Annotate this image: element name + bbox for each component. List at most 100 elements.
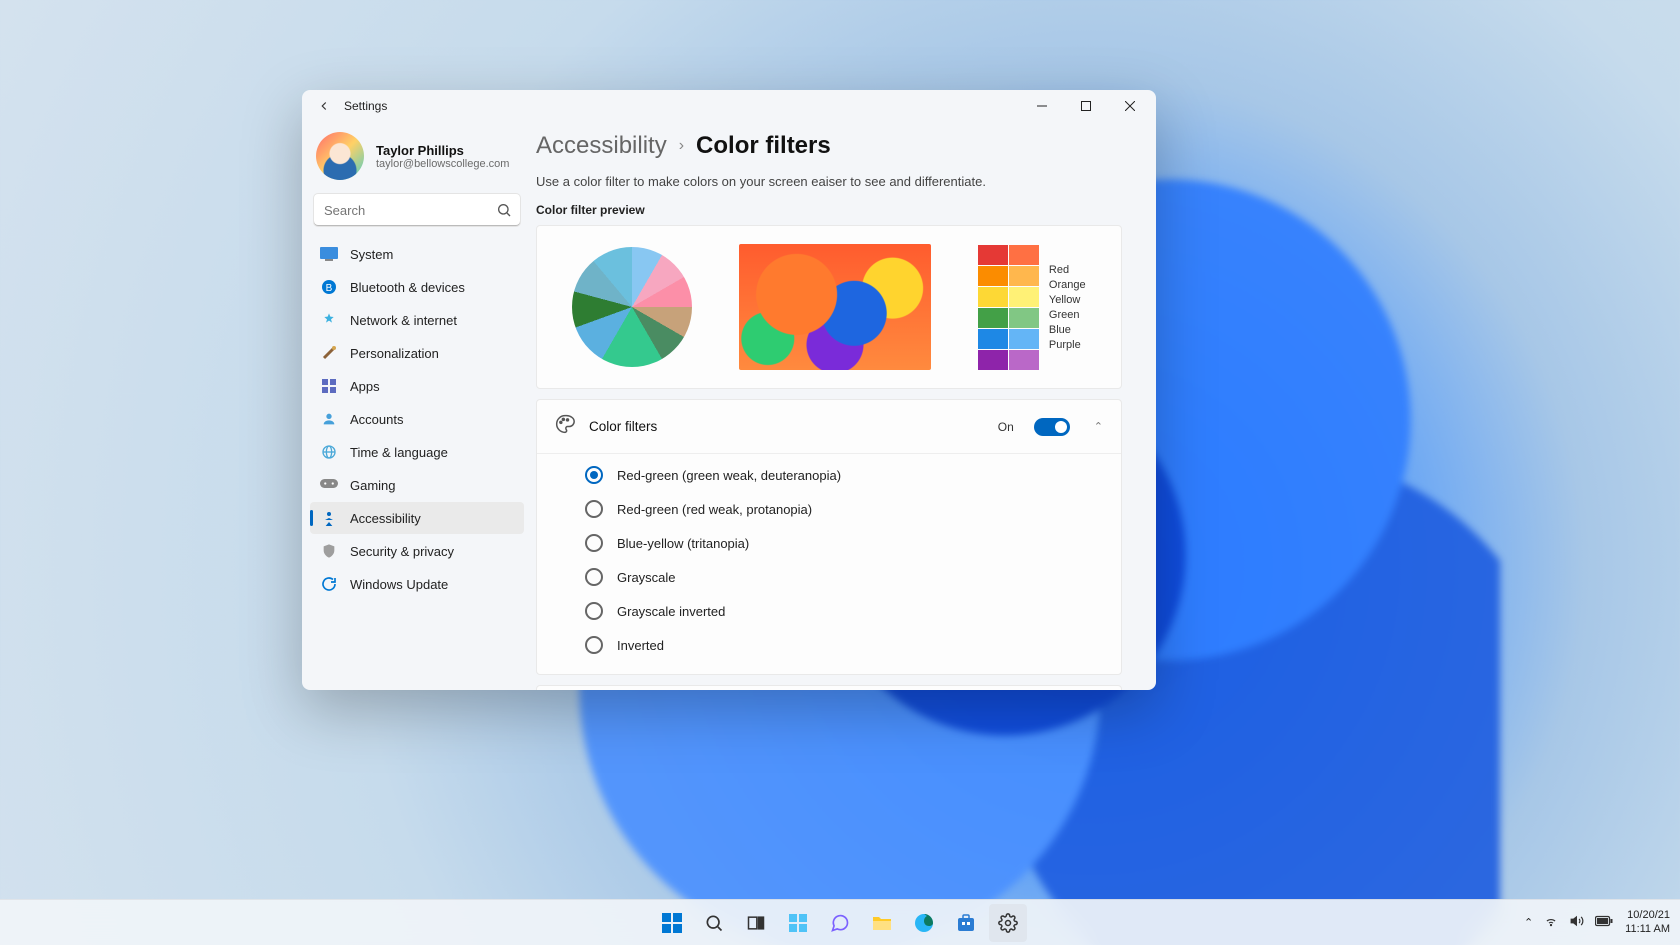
color-filters-row[interactable]: Color filters On ⌃ bbox=[537, 400, 1121, 453]
filter-option[interactable]: Red-green (green weak, deuteranopia) bbox=[537, 458, 1121, 492]
volume-icon[interactable] bbox=[1569, 914, 1585, 931]
photo-preview bbox=[739, 244, 931, 370]
close-button[interactable] bbox=[1108, 91, 1152, 121]
settings-taskbar-button[interactable] bbox=[989, 904, 1027, 942]
sidebar-item-personalization[interactable]: Personalization bbox=[310, 337, 524, 369]
color-swatch bbox=[978, 350, 1008, 370]
sidebar-item-accounts[interactable]: Accounts bbox=[310, 403, 524, 435]
settings-window: Settings Taylor Phillips taylor@bellowsc… bbox=[302, 90, 1156, 690]
taskbar-center bbox=[653, 904, 1027, 942]
sidebar-item-security-privacy[interactable]: Security & privacy bbox=[310, 535, 524, 567]
palette-label: Red bbox=[1049, 264, 1086, 276]
edge-button[interactable] bbox=[905, 904, 943, 942]
filter-option[interactable]: Inverted bbox=[537, 628, 1121, 662]
color-swatch bbox=[1009, 350, 1039, 370]
taskbar: ⌃ 10/20/21 11:11 AM bbox=[0, 899, 1680, 945]
widgets-button[interactable] bbox=[779, 904, 817, 942]
sidebar-item-label: Time & language bbox=[350, 445, 448, 460]
breadcrumb-parent[interactable]: Accessibility bbox=[536, 132, 667, 160]
search-box[interactable] bbox=[314, 194, 520, 226]
sidebar-item-bluetooth-devices[interactable]: BBluetooth & devices bbox=[310, 271, 524, 303]
preview-label: Color filter preview bbox=[536, 203, 1122, 217]
radio-icon bbox=[585, 602, 603, 620]
nav: SystemBBluetooth & devices Network & inte… bbox=[310, 238, 524, 600]
sidebar-item-accessibility[interactable]: Accessibility bbox=[310, 502, 524, 534]
color-swatch bbox=[1009, 308, 1039, 328]
filter-option[interactable]: Grayscale inverted bbox=[537, 594, 1121, 628]
nav-icon bbox=[320, 542, 338, 560]
sidebar-item-time-language[interactable]: Time & language bbox=[310, 436, 524, 468]
keyboard-shortcut-card: Keyboard shortcut for color filters Off bbox=[536, 685, 1122, 690]
wifi-icon[interactable] bbox=[1543, 914, 1559, 931]
clock[interactable]: 10/20/21 11:11 AM bbox=[1625, 909, 1670, 935]
filter-option[interactable]: Blue-yellow (tritanopia) bbox=[537, 526, 1121, 560]
nav-icon bbox=[320, 443, 338, 461]
nav-icon bbox=[320, 377, 338, 395]
palette-label: Green bbox=[1049, 309, 1086, 321]
search-button[interactable] bbox=[695, 904, 733, 942]
minimize-button[interactable] bbox=[1020, 91, 1064, 121]
start-button[interactable] bbox=[653, 904, 691, 942]
filter-option[interactable]: Red-green (red weak, protanopia) bbox=[537, 492, 1121, 526]
sidebar: Taylor Phillips taylor@bellowscollege.co… bbox=[302, 122, 532, 690]
main-pane[interactable]: Accessibility › Color filters Use a colo… bbox=[532, 122, 1156, 690]
palette-label: Blue bbox=[1049, 324, 1086, 336]
back-button[interactable] bbox=[314, 96, 334, 116]
file-explorer-button[interactable] bbox=[863, 904, 901, 942]
chat-button[interactable] bbox=[821, 904, 859, 942]
color-filters-state: On bbox=[998, 420, 1014, 434]
system-tray: ⌃ 10/20/21 11:11 AM bbox=[1524, 909, 1670, 935]
color-swatch bbox=[1009, 329, 1039, 349]
sidebar-item-label: Apps bbox=[350, 379, 380, 394]
nav-icon bbox=[320, 344, 338, 362]
sidebar-item-label: Accessibility bbox=[350, 511, 421, 526]
svg-text:B: B bbox=[326, 283, 333, 294]
color-swatch bbox=[978, 329, 1008, 349]
color-swatch bbox=[1009, 266, 1039, 286]
palette-label: Yellow bbox=[1049, 294, 1086, 306]
breadcrumb: Accessibility › Color filters bbox=[536, 128, 1122, 168]
radio-icon bbox=[585, 466, 603, 484]
chevron-right-icon: › bbox=[679, 137, 684, 155]
pie-chart-preview bbox=[572, 247, 692, 367]
sidebar-item-label: Gaming bbox=[350, 478, 396, 493]
tray-date: 10/20/21 bbox=[1625, 909, 1670, 922]
search-input[interactable] bbox=[314, 194, 520, 226]
color-filters-label: Color filters bbox=[589, 419, 984, 434]
sidebar-item-gaming[interactable]: Gaming bbox=[310, 469, 524, 501]
sidebar-item-windows-update[interactable]: Windows Update bbox=[310, 568, 524, 600]
sidebar-item-label: Accounts bbox=[350, 412, 403, 427]
preview-card: RedOrangeYellowGreenBluePurple bbox=[536, 225, 1122, 389]
filter-option[interactable]: Grayscale bbox=[537, 560, 1121, 594]
sidebar-item-label: Network & internet bbox=[350, 313, 457, 328]
battery-icon[interactable] bbox=[1595, 915, 1613, 930]
keyboard-shortcut-row[interactable]: Keyboard shortcut for color filters Off bbox=[537, 686, 1121, 690]
breadcrumb-current: Color filters bbox=[696, 132, 831, 160]
maximize-button[interactable] bbox=[1064, 91, 1108, 121]
tray-overflow-icon[interactable]: ⌃ bbox=[1524, 916, 1533, 929]
palette-preview: RedOrangeYellowGreenBluePurple bbox=[978, 245, 1086, 370]
task-view-button[interactable] bbox=[737, 904, 775, 942]
sidebar-item-label: Security & privacy bbox=[350, 544, 454, 559]
sidebar-item-apps[interactable]: Apps bbox=[310, 370, 524, 402]
chevron-up-icon[interactable]: ⌃ bbox=[1094, 420, 1103, 433]
profile-block[interactable]: Taylor Phillips taylor@bellowscollege.co… bbox=[310, 128, 524, 190]
tray-time: 11:11 AM bbox=[1625, 923, 1670, 936]
color-filters-toggle[interactable] bbox=[1034, 418, 1070, 436]
filter-option-label: Red-green (red weak, protanopia) bbox=[617, 502, 812, 517]
nav-icon bbox=[320, 575, 338, 593]
radio-icon bbox=[585, 636, 603, 654]
filter-option-label: Red-green (green weak, deuteranopia) bbox=[617, 468, 841, 483]
nav-icon: B bbox=[320, 278, 338, 296]
sidebar-item-label: Personalization bbox=[350, 346, 439, 361]
nav-icon bbox=[320, 410, 338, 428]
store-button[interactable] bbox=[947, 904, 985, 942]
color-swatch bbox=[978, 266, 1008, 286]
color-swatch bbox=[978, 245, 1008, 265]
window-title: Settings bbox=[344, 99, 387, 113]
nav-icon bbox=[320, 476, 338, 494]
color-swatch bbox=[978, 287, 1008, 307]
sidebar-item-system[interactable]: System bbox=[310, 238, 524, 270]
sidebar-item-network-internet[interactable]: Network & internet bbox=[310, 304, 524, 336]
color-swatch bbox=[1009, 287, 1039, 307]
